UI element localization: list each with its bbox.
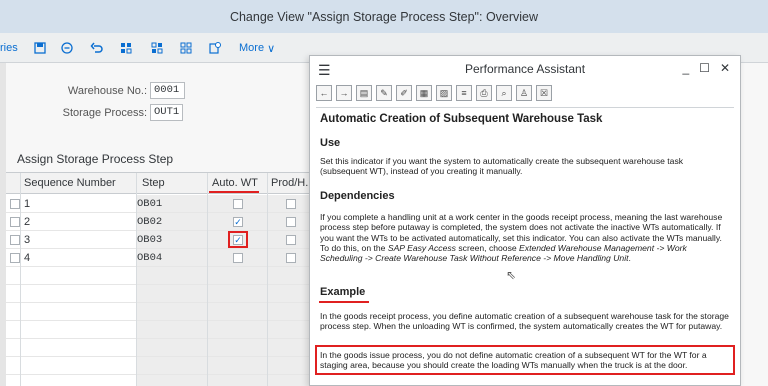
cell-sequence: 2 <box>24 216 31 228</box>
storage-process-field[interactable]: OUT1 <box>150 104 183 121</box>
assistant-titlebar[interactable]: Performance Assistant <box>310 56 740 82</box>
assistant-title: Performance Assistant <box>464 62 586 76</box>
cell-step: OB01 <box>137 198 163 210</box>
back-arrow-icon[interactable]: ← <box>316 85 332 101</box>
assign-step-table: Sequence Number Step Auto. WT Prod/H... … <box>6 172 316 386</box>
window-controls: _ ☐ ✕ <box>682 61 730 75</box>
cell-sequence: 3 <box>24 234 31 246</box>
table-row[interactable]: 4 OB04 <box>6 249 316 267</box>
use-heading: Use <box>320 137 341 149</box>
bookmark-icon[interactable]: ▨ <box>436 85 452 101</box>
person-icon[interactable]: ♙ <box>516 85 532 101</box>
column-divider <box>267 173 268 386</box>
table-header: Sequence Number Step Auto. WT Prod/H... <box>6 173 316 194</box>
example-heading-highlight <box>319 301 369 303</box>
maximize-icon[interactable]: ☐ <box>699 61 710 75</box>
row-selector[interactable] <box>10 217 20 227</box>
chevron-down-icon: ∨ <box>267 43 276 55</box>
dependencies-heading: Dependencies <box>320 190 395 202</box>
toolbar-divider <box>316 107 734 108</box>
row-selector[interactable] <box>10 199 20 209</box>
table-row <box>6 339 316 357</box>
cell-step: OB03 <box>137 234 163 246</box>
toolbar-partial-label[interactable]: ries <box>0 42 18 54</box>
row-selector[interactable] <box>10 253 20 263</box>
more-label: More <box>239 42 265 54</box>
column-divider <box>20 173 21 386</box>
column-divider <box>136 173 137 386</box>
select-block-icon[interactable] <box>150 41 164 55</box>
auto-wt-checkbox[interactable]: ✓ <box>233 217 243 227</box>
info-icon[interactable] <box>208 41 222 55</box>
edit-icon[interactable]: ✐ <box>396 85 412 101</box>
cell-sequence: 1 <box>24 198 31 210</box>
row-selector[interactable] <box>10 235 20 245</box>
prod-checkbox[interactable] <box>286 253 296 263</box>
header-step[interactable]: Step <box>142 177 165 189</box>
use-text: Set this indicator if you want the syste… <box>320 156 684 177</box>
technical-info-icon[interactable]: ✎ <box>376 85 392 101</box>
close-box-icon[interactable]: ☒ <box>536 85 552 101</box>
header-prod[interactable]: Prod/H... <box>271 177 314 189</box>
table-title: Assign Storage Process Step <box>17 152 174 166</box>
document-icon[interactable]: ▤ <box>356 85 372 101</box>
auto-wt-checkbox[interactable] <box>233 199 243 209</box>
window-titlebar: Change View "Assign Storage Process Step… <box>0 0 768 33</box>
cell-step: OB04 <box>137 252 163 264</box>
cell-sequence: 4 <box>24 252 31 264</box>
column-divider <box>207 173 208 386</box>
example-text-receipt: In the goods receipt process, you define… <box>320 311 729 332</box>
example-text-issue: In the goods issue process, you do not d… <box>320 350 707 371</box>
save-icon[interactable] <box>33 41 47 55</box>
select-all-icon[interactable] <box>119 41 133 55</box>
deselect-icon[interactable] <box>179 41 193 55</box>
note-icon[interactable]: ≡ <box>456 85 472 101</box>
auto-wt-checkbox[interactable] <box>233 253 243 263</box>
print-icon[interactable]: ⎙ <box>476 85 492 101</box>
more-menu-button[interactable]: More ∨ <box>239 42 275 55</box>
forward-arrow-icon[interactable]: → <box>336 85 352 101</box>
cell-step: OB02 <box>137 216 163 228</box>
sap-easy-access-link: SAP Easy Access <box>387 242 456 253</box>
table-row <box>6 267 316 285</box>
hamburger-menu-icon[interactable]: ☰ <box>318 62 331 79</box>
table-row[interactable]: 1 OB01 <box>6 195 316 213</box>
window-title: Change View "Assign Storage Process Step… <box>229 9 539 24</box>
table-row <box>6 303 316 321</box>
table-row[interactable]: 3 OB03 ✓ <box>6 231 316 249</box>
mouse-cursor-icon: ⇖ <box>506 268 517 282</box>
header-auto-wt[interactable]: Auto. WT <box>212 177 258 189</box>
table-row[interactable]: 2 OB02 ✓ <box>6 213 316 231</box>
find-icon[interactable]: ⌕ <box>496 85 512 101</box>
warehouse-label: Warehouse No.: <box>67 85 147 97</box>
example-heading: Example <box>320 286 366 298</box>
glossary-icon[interactable]: ▦ <box>416 85 432 101</box>
minimize-icon[interactable]: _ <box>682 61 689 75</box>
table-row <box>6 285 316 303</box>
auto-wt-cell-highlight <box>228 231 248 248</box>
auto-wt-header-highlight <box>209 191 259 193</box>
undo-icon[interactable] <box>90 41 104 55</box>
prod-checkbox[interactable] <box>286 217 296 227</box>
close-icon[interactable]: ✕ <box>720 61 730 75</box>
prod-checkbox[interactable] <box>286 235 296 245</box>
table-row <box>6 321 316 339</box>
assistant-heading: Automatic Creation of Subsequent Warehou… <box>320 113 603 125</box>
prod-checkbox[interactable] <box>286 199 296 209</box>
dependencies-text-3: . <box>628 253 631 264</box>
minus-circle-icon[interactable] <box>60 41 74 55</box>
assistant-toolbar: ← → ▤ ✎ ✐ ▦ ▨ ≡ ⎙ ⌕ ♙ ☒ <box>316 85 552 103</box>
performance-assistant-window: Performance Assistant ☰ _ ☐ ✕ ← → ▤ ✎ ✐ … <box>309 55 741 386</box>
header-sequence-number[interactable]: Sequence Number <box>24 177 116 189</box>
dependencies-text: If you complete a handling unit at a wor… <box>320 212 730 263</box>
table-row <box>6 357 316 375</box>
dependencies-text-2: screen, choose <box>455 242 520 253</box>
storage-process-label: Storage Process: <box>62 107 147 119</box>
warehouse-field[interactable]: 0001 <box>150 82 185 99</box>
